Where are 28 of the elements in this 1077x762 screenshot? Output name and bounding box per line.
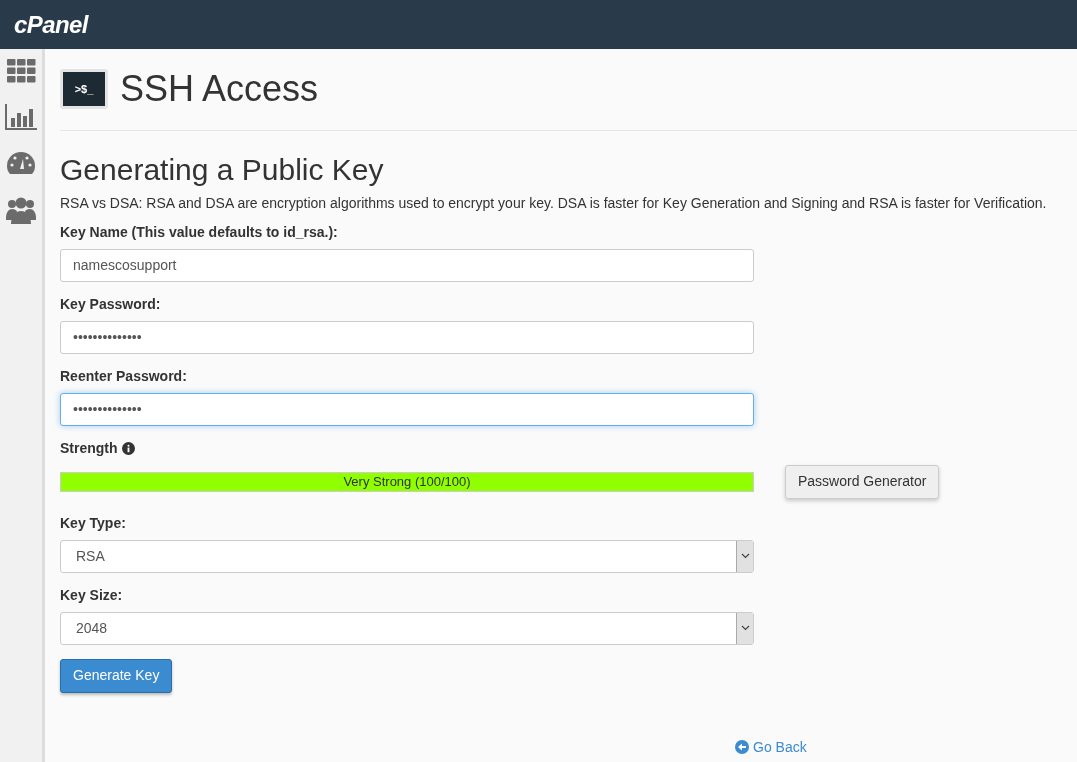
go-back-link[interactable]: Go Back bbox=[735, 736, 807, 758]
dropdown-field[interactable]: RSA bbox=[60, 539, 754, 573]
input-field[interactable]: namescosupport bbox=[60, 248, 754, 282]
dropdown-field[interactable]: 2048 bbox=[60, 611, 754, 645]
field-label: Strength bbox=[60, 438, 118, 458]
back-arrow-icon bbox=[735, 740, 749, 754]
terminal-icon: >$_ bbox=[60, 69, 108, 109]
field-label: Key Size: bbox=[60, 585, 123, 605]
field-label: Key Password: bbox=[60, 294, 161, 314]
caret-icon bbox=[740, 625, 750, 631]
strength-reading: Very Strong (100/100) bbox=[342, 472, 472, 491]
input-field[interactable]: •••••••••••••• bbox=[60, 320, 754, 354]
logo[interactable]: cPanel bbox=[14, 6, 88, 43]
page-title: SSH Access bbox=[120, 67, 319, 111]
generate-key-button[interactable]: Generate Key bbox=[60, 658, 173, 693]
info-icon[interactable] bbox=[121, 441, 135, 455]
field-label: Key Type: bbox=[60, 513, 126, 533]
users-icon[interactable] bbox=[6, 196, 36, 224]
grid-icon[interactable] bbox=[6, 59, 36, 83]
description: RSA vs DSA: RSA and DSA are encryption algorithms used to encrypt your key. DSA is faster for Key Generation and Signing and RSA is faster for Verification. bbox=[60, 193, 1048, 213]
field-label: Key Name (This value defaults to id_rsa.): bbox=[60, 222, 338, 242]
field-label: Reenter Password: bbox=[60, 366, 187, 386]
caret-icon bbox=[740, 553, 750, 559]
section-heading: Generating a Public Key bbox=[60, 152, 385, 188]
bar-chart-icon[interactable] bbox=[5, 104, 37, 130]
gauge-icon[interactable] bbox=[6, 151, 36, 175]
input-field[interactable]: •••••••••••••• bbox=[60, 392, 754, 426]
password-generator-button[interactable]: Password Generator bbox=[785, 464, 940, 499]
